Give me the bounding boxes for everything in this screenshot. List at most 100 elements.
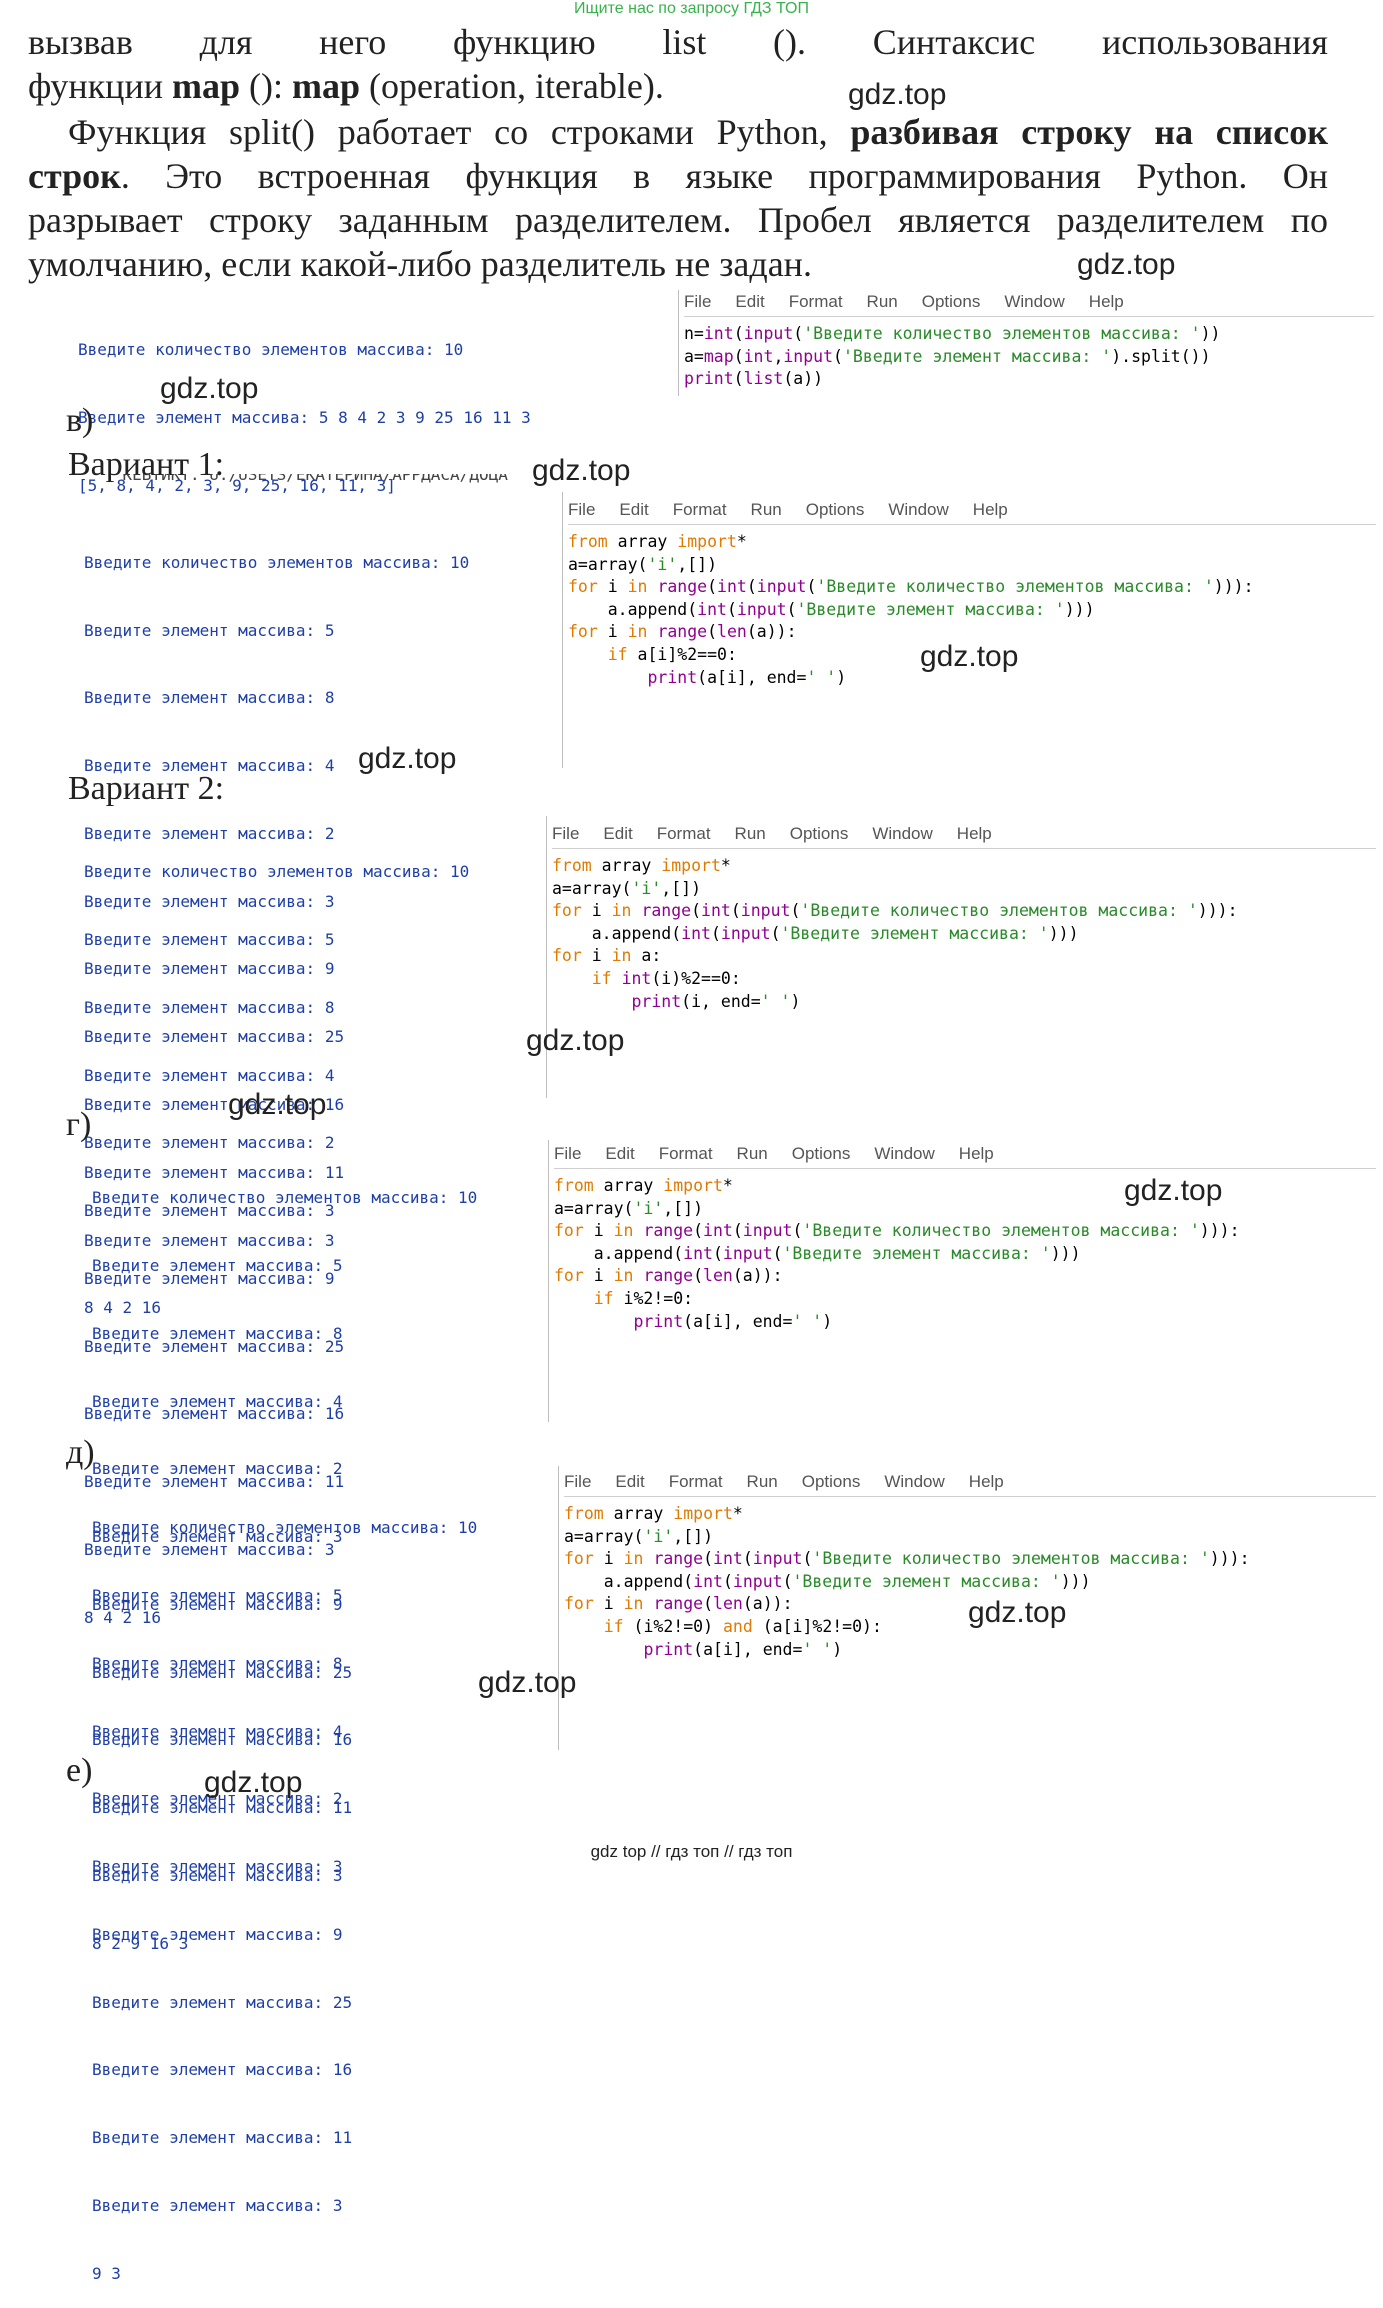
menu-run[interactable]: Run (867, 292, 898, 312)
menu-format[interactable]: Format (669, 1472, 723, 1492)
label-v: в) (66, 402, 94, 439)
shell-line: Введите элемент массива: 9 (92, 1924, 343, 1944)
shell-line: Введите элемент массива: 5 (92, 1255, 343, 1275)
label-d: д) (66, 1434, 95, 1471)
menu-bar: File Edit Format Run Options Window Help (552, 820, 1376, 849)
menu-file[interactable]: File (564, 1472, 591, 1492)
word: вызвав (28, 22, 133, 62)
paragraph-2-line-4: умолчанию, если какой-либо разделитель н… (28, 244, 812, 284)
watermark: gdz.top (532, 454, 631, 487)
shell-output-d: Введите количество элементов массива: 10… (92, 1472, 477, 2308)
shell-line: Введите элемент массива: 8 (92, 1653, 343, 1673)
shell-line: Введите элемент массива: 8 (84, 688, 335, 708)
menu-run[interactable]: Run (751, 500, 782, 520)
paragraph-2-line-3: разрывает строку заданным разделителем. … (28, 200, 1328, 240)
word: (). (773, 22, 807, 62)
menu-run[interactable]: Run (735, 824, 766, 844)
shell-line: Введите количество элементов массива: 10 (84, 552, 470, 572)
menu-run[interactable]: Run (737, 1144, 768, 1164)
paragraph-2-line-1: Функция split() работает со строками Pyt… (28, 110, 1328, 154)
shell-result: 9 3 (92, 2263, 121, 2283)
menu-format[interactable]: Format (673, 500, 727, 520)
watermark: gdz.top (204, 1766, 303, 1799)
menu-help[interactable]: Help (969, 1472, 1004, 1492)
shell-line: Введите элемент массива: 5 8 4 2 3 9 25 … (78, 407, 531, 427)
word: использования (1101, 22, 1328, 62)
bold-text: строк (28, 156, 121, 196)
word: для (199, 22, 253, 62)
menu-edit[interactable]: Edit (603, 824, 632, 844)
watermark: gdz.top (920, 640, 1019, 673)
menu-help[interactable]: Help (1089, 292, 1124, 312)
watermark: gdz.top (478, 1666, 577, 1699)
word: list (662, 22, 707, 62)
editor-window-d: File Edit Format Run Options Window Help from … (564, 1468, 1376, 1662)
menu-options[interactable]: Options (802, 1472, 861, 1492)
paragraph-2-line-2: строк. Это встроенная функция в языке пр… (28, 154, 1328, 198)
divider (548, 1140, 549, 1422)
menu-file[interactable]: File (552, 824, 579, 844)
menu-format[interactable]: Format (659, 1144, 713, 1164)
text: (): (240, 66, 292, 106)
code-block[interactable]: n=int(input('Введите количество элементо… (684, 323, 1374, 391)
watermark: gdz.top (358, 742, 457, 775)
bold-text: разбивая строку на список (850, 112, 1328, 152)
menu-help[interactable]: Help (959, 1144, 994, 1164)
shell-line: Введите элемент массива: 3 (92, 2196, 343, 2215)
menu-bar: File Edit Format Run Options Window Help (684, 288, 1374, 317)
label-variant-2: Вариант 2: (68, 770, 225, 807)
paragraph-1-line-2: функции map (): map (operation, iterable… (28, 64, 664, 108)
menu-edit[interactable]: Edit (619, 500, 648, 520)
shell-line: Введите элемент массива: 8 (92, 1323, 343, 1343)
menu-edit[interactable]: Edit (615, 1472, 644, 1492)
editor-window-variant-2: File Edit Format Run Options Window Help from … (552, 820, 1376, 1014)
shell-line: Введите элемент массива: 4 (92, 1721, 343, 1741)
shell-line: Введите элемент массива: 4 (92, 1391, 343, 1411)
menu-bar: File Edit Format Run Options Window Help (554, 1140, 1376, 1169)
word: функцию (452, 22, 596, 62)
watermark: gdz.top (526, 1024, 625, 1057)
divider (558, 1466, 559, 1750)
watermark: gdz.top (1124, 1174, 1223, 1207)
word: Синтаксис (872, 22, 1036, 62)
shell-line: Введите количество элементов массива: 10 (92, 1518, 478, 1538)
footer-links[interactable]: gdz top // гдз топ // гдз топ (0, 1842, 1383, 1862)
menu-window[interactable]: Window (1004, 292, 1064, 312)
divider (562, 492, 563, 768)
text: . Это встроенная функция в языке програм… (120, 156, 1328, 196)
menu-options[interactable]: Options (792, 1144, 851, 1164)
code-block[interactable]: from array import* a=array('i',[]) for i… (564, 1503, 1376, 1661)
menu-options[interactable]: Options (790, 824, 849, 844)
menu-window[interactable]: Window (884, 1472, 944, 1492)
code-block[interactable]: from array import* a=array('i',[]) for i… (552, 855, 1376, 1013)
menu-options[interactable]: Options (806, 500, 865, 520)
shell-line: Введите элемент массива: 4 (84, 1065, 335, 1085)
menu-help[interactable]: Help (973, 500, 1008, 520)
watermark: gdz.top (228, 1088, 327, 1121)
menu-file[interactable]: File (684, 292, 711, 312)
menu-edit[interactable]: Edit (605, 1144, 634, 1164)
menu-options[interactable]: Options (922, 292, 981, 312)
top-banner[interactable]: Ищите нас по запросу ГДЗ ТОП (0, 0, 1383, 18)
shell-line: Введите элемент массива: 25 (92, 1992, 353, 2012)
word: него (319, 22, 387, 62)
menu-format[interactable]: Format (789, 292, 843, 312)
menu-window[interactable]: Window (874, 1144, 934, 1164)
label-g: г) (66, 1106, 92, 1143)
text: (operation, iterable). (360, 66, 664, 106)
menu-format[interactable]: Format (657, 824, 711, 844)
watermark: gdz.top (160, 372, 259, 405)
shell-line: Введите элемент массива: 5 (84, 620, 335, 640)
menu-bar: File Edit Format Run Options Window Help (564, 1468, 1376, 1497)
code-block[interactable]: from array import* a=array('i',[]) for i… (554, 1175, 1376, 1333)
menu-window[interactable]: Window (888, 500, 948, 520)
menu-file[interactable]: File (568, 500, 595, 520)
watermark: gdz.top (968, 1596, 1067, 1629)
menu-run[interactable]: Run (747, 1472, 778, 1492)
shell-line: Введите количество элементов массива: 10 (84, 862, 470, 882)
menu-file[interactable]: File (554, 1144, 581, 1164)
editor-window-g: File Edit Format Run Options Window Help from … (554, 1140, 1376, 1334)
menu-edit[interactable]: Edit (735, 292, 764, 312)
menu-window[interactable]: Window (872, 824, 932, 844)
menu-help[interactable]: Help (957, 824, 992, 844)
